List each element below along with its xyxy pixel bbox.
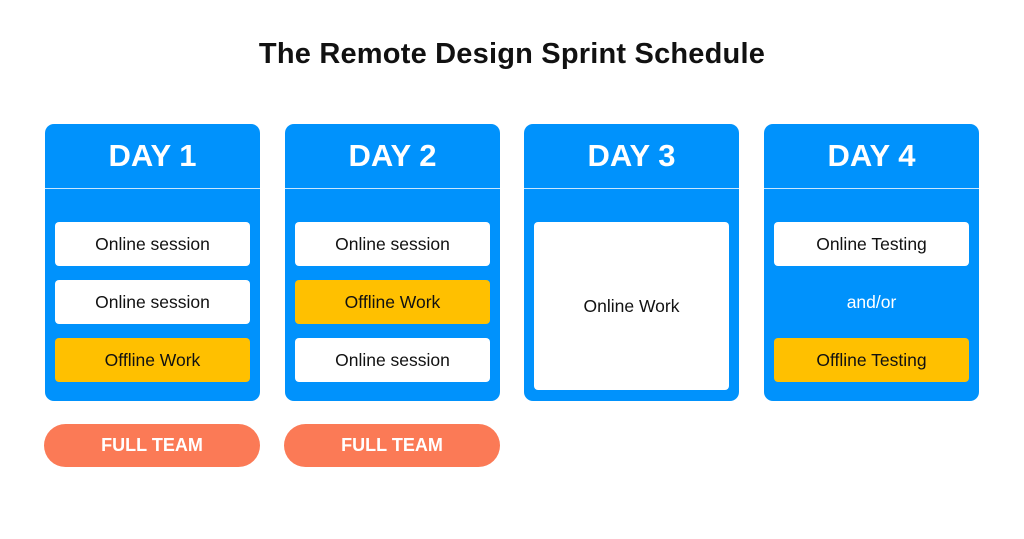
day-header: DAY 2 (285, 124, 500, 189)
diagram-title: The Remote Design Sprint Schedule (258, 38, 766, 70)
day-card-1: DAY 1 Online session Online session Offl… (45, 124, 260, 401)
full-team-badge-day-2: FULL TEAM (284, 424, 500, 467)
day-header: DAY 1 (45, 124, 260, 189)
day-card-2: DAY 2 Online session Offline Work Online… (285, 124, 500, 401)
day-header: DAY 3 (524, 124, 739, 189)
session-offline: Offline Work (55, 338, 250, 382)
session-offline: Offline Work (295, 280, 490, 324)
session-offline-testing: Offline Testing (774, 338, 969, 382)
session-online: Online session (295, 222, 490, 266)
session-online: Online session (55, 280, 250, 324)
session-online: Online session (55, 222, 250, 266)
and-or-connector: and/or (846, 291, 897, 312)
session-online: Online session (295, 338, 490, 382)
session-online-testing: Online Testing (774, 222, 969, 266)
day-card-4: DAY 4 Online Testing and/or Offline Test… (764, 124, 979, 401)
day-header: DAY 4 (764, 124, 979, 189)
full-team-badge-day-1: FULL TEAM (44, 424, 260, 467)
session-online-work: Online Work (534, 222, 729, 390)
day-card-3: DAY 3 Online Work (524, 124, 739, 401)
